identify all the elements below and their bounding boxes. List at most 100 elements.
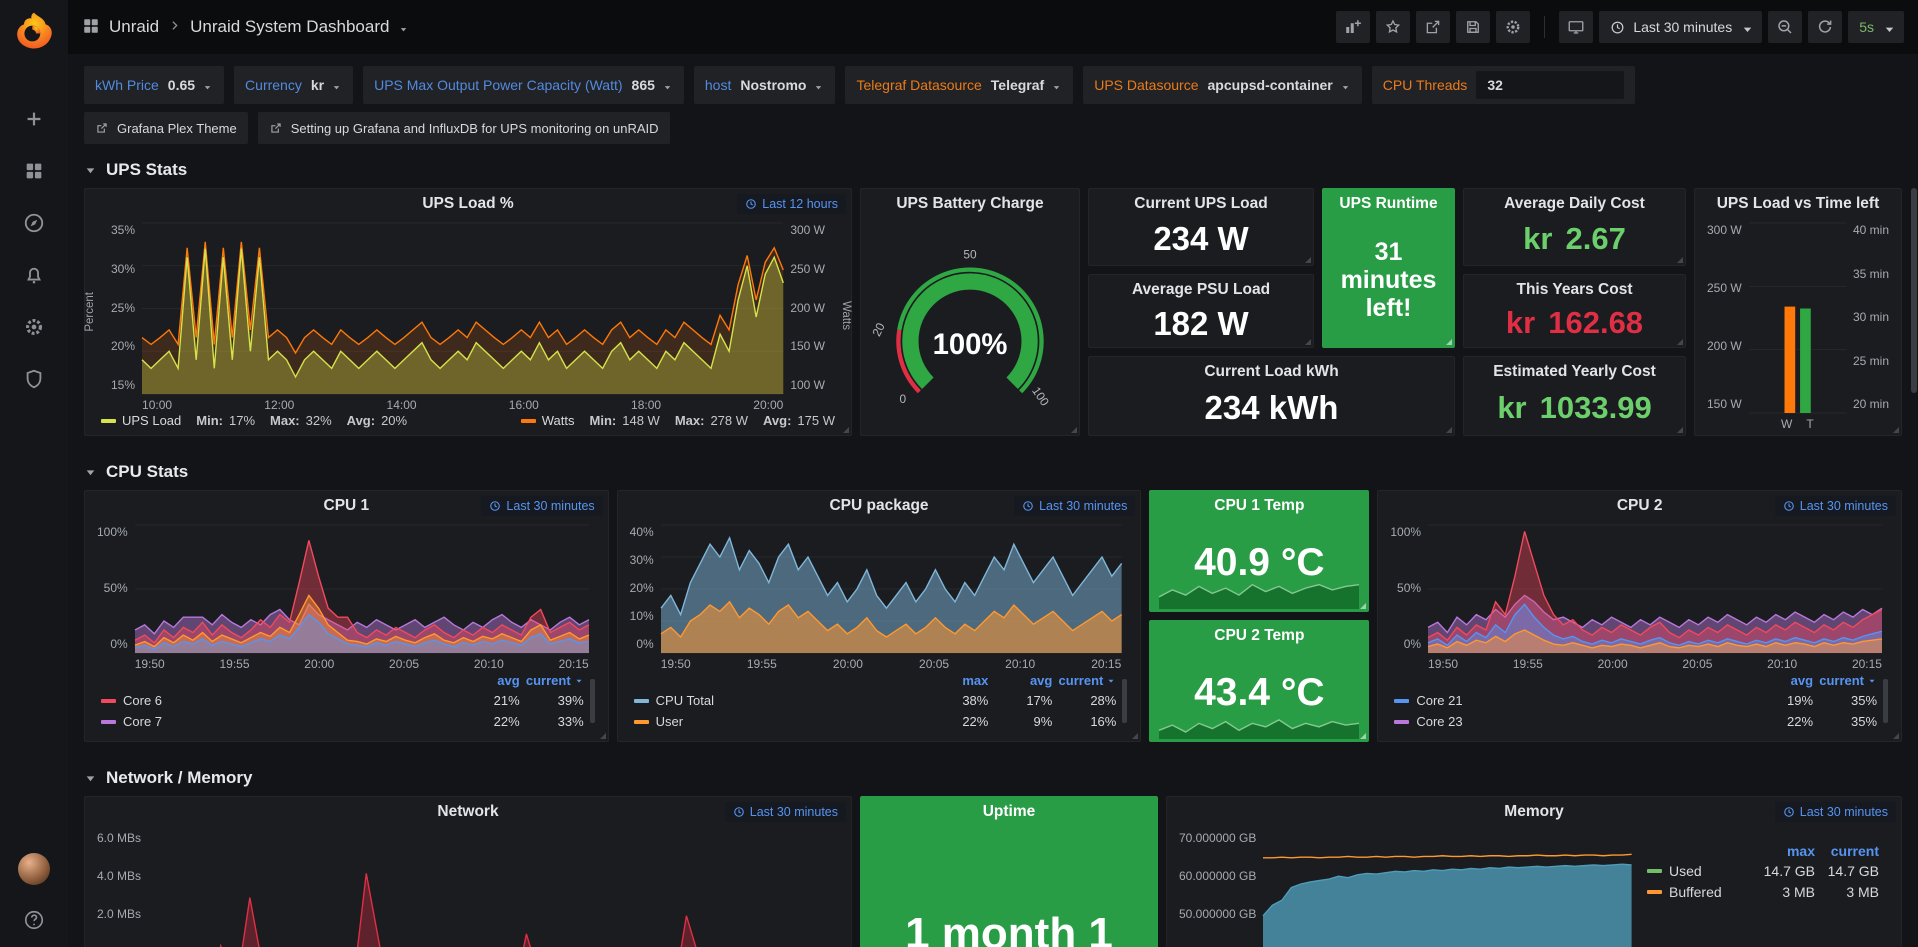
- panel-time-override[interactable]: Last 30 minutes: [1775, 496, 1896, 516]
- caret-down-icon: [1340, 80, 1351, 91]
- page-scrollbar[interactable]: [1909, 0, 1918, 947]
- variable-telegraf-datasource[interactable]: Telegraf DatasourceTelegraf: [845, 66, 1073, 104]
- sidebar-nav: [23, 108, 45, 390]
- stat-value: kr2.67: [1523, 221, 1626, 257]
- user-avatar[interactable]: [18, 853, 50, 885]
- legend-row: User 22%9%16%: [634, 711, 1117, 732]
- panel-ups-battery: UPS Battery Charge 100% 0 20 50 100: [860, 188, 1080, 436]
- legend-series-name[interactable]: Used: [1647, 863, 1751, 879]
- star-button[interactable]: [1376, 11, 1410, 43]
- y-axis-label-watts: Watts: [840, 301, 852, 330]
- memory-chart: 70.000000 GB60.000000 GB50.000000 GB: [1175, 829, 1643, 947]
- legend-series-name[interactable]: Core 21: [1394, 693, 1749, 708]
- add-panel-button[interactable]: [1336, 11, 1370, 43]
- variable-ups-max-power[interactable]: UPS Max Output Power Capacity (Watt)865: [363, 66, 684, 104]
- panel-cpu-1: CPU 1 Last 30 minutes 100%50%0%19:5019:5…: [84, 490, 609, 742]
- clock-icon: [489, 500, 501, 512]
- alerting-icon[interactable]: [23, 264, 45, 286]
- legend-series-name[interactable]: Core 23: [1394, 714, 1749, 729]
- legend-sort-avg[interactable]: avg: [1749, 673, 1813, 688]
- zoom-out-button[interactable]: [1768, 11, 1802, 43]
- variable-host[interactable]: hostNostromo: [694, 66, 836, 104]
- cpu-threads-input[interactable]: 32: [1476, 71, 1624, 99]
- dashboard-settings-button[interactable]: [1496, 11, 1530, 43]
- save-button[interactable]: [1456, 11, 1490, 43]
- explore-icon[interactable]: [23, 212, 45, 234]
- panel-ups-load: UPS Load % Last 12 hours Percent Watts 3…: [84, 188, 852, 436]
- panel-cpu-2: CPU 2 Last 30 minutes 100%50%0%19:5019:5…: [1377, 490, 1902, 742]
- legend-sort-max[interactable]: max: [924, 673, 988, 688]
- variable-cpu-threads[interactable]: CPU Threads32: [1372, 66, 1636, 104]
- legend-series-name[interactable]: UPS Load: [122, 413, 181, 428]
- divider: [1544, 16, 1545, 38]
- refresh-button[interactable]: [1808, 11, 1842, 43]
- panel-time-override[interactable]: Last 30 minutes: [1014, 496, 1135, 516]
- legend-series-name[interactable]: Core 6: [101, 693, 456, 708]
- panel-title[interactable]: UPS Load %: [422, 195, 513, 213]
- section-header-ups-stats[interactable]: UPS Stats: [84, 148, 1902, 188]
- refresh-interval-label: 5s: [1859, 19, 1874, 35]
- panel-time-override[interactable]: Last 30 minutes: [1775, 802, 1896, 822]
- panel-time-override[interactable]: Last 30 minutes: [481, 496, 602, 516]
- variable-ups-datasource[interactable]: UPS Datasourceapcupsd-container: [1083, 66, 1362, 104]
- variable-currency[interactable]: Currencykr: [234, 66, 353, 104]
- section-header-network-memory[interactable]: Network / Memory: [84, 756, 1902, 796]
- legend-row: Used 14.7 GB14.7 GB: [1647, 860, 1879, 881]
- chevron-right-icon: [168, 19, 181, 35]
- legend-series-name[interactable]: CPU Total: [634, 693, 925, 708]
- caret-down-icon: [574, 676, 584, 686]
- legend-scrollbar[interactable]: [1122, 679, 1127, 723]
- panel-ups-runtime: UPS Runtime 31 minutes left!: [1322, 188, 1455, 348]
- legend-row: CPU Total 38%17%28%: [634, 690, 1117, 711]
- row-ups-stats: UPS Load % Last 12 hours Percent Watts 3…: [84, 188, 1902, 436]
- grafana-logo-icon: [14, 11, 54, 51]
- sidebar-bottom: [18, 853, 50, 931]
- legend-series-name[interactable]: Watts: [542, 413, 575, 428]
- link-grafana-plex-theme[interactable]: Grafana Plex Theme: [84, 112, 248, 144]
- help-icon[interactable]: [23, 909, 45, 931]
- breadcrumb-dashboard[interactable]: Unraid System Dashboard: [190, 17, 389, 37]
- external-link-icon: [269, 121, 283, 135]
- legend-series-name[interactable]: Buffered: [1647, 884, 1751, 900]
- time-range-picker[interactable]: Last 30 minutes: [1599, 11, 1762, 43]
- legend-row: Core 23 22%35%: [1394, 711, 1877, 732]
- dashboard-content: kWh Price0.65 Currencykr UPS Max Output …: [68, 54, 1918, 947]
- legend-sort-current[interactable]: current: [1815, 843, 1879, 859]
- create-icon[interactable]: [23, 108, 45, 130]
- legend-sort-avg[interactable]: avg: [988, 673, 1052, 688]
- legend-series-name[interactable]: Core 7: [101, 714, 456, 729]
- caret-down-icon[interactable]: [398, 22, 409, 33]
- legend-scrollbar[interactable]: [590, 679, 595, 723]
- cycle-view-icon[interactable]: [1559, 11, 1593, 43]
- breadcrumb-folder[interactable]: Unraid: [109, 17, 159, 37]
- template-variables: kWh Price0.65 Currencykr UPS Max Output …: [84, 66, 1902, 104]
- legend-series-name[interactable]: User: [634, 714, 925, 729]
- share-button[interactable]: [1416, 11, 1450, 43]
- panel-time-override[interactable]: Last 12 hours: [737, 194, 846, 214]
- dashboard-picker-icon[interactable]: [82, 17, 100, 38]
- caret-down-icon: [1106, 676, 1116, 686]
- legend-scrollbar[interactable]: [1883, 679, 1888, 723]
- stat-value: 234 kWh: [1205, 389, 1339, 427]
- section-header-cpu-stats[interactable]: CPU Stats: [84, 450, 1902, 490]
- top-navbar: Unraid Unraid System Dashboard Last 30 m…: [68, 0, 1918, 54]
- server-admin-icon[interactable]: [23, 368, 45, 390]
- caret-down-icon: [813, 80, 824, 91]
- series-swatch: [1647, 869, 1662, 873]
- configuration-icon[interactable]: [23, 316, 45, 338]
- scrollbar-thumb[interactable]: [1911, 188, 1917, 393]
- legend-sort-avg[interactable]: avg: [456, 673, 520, 688]
- panel-estimated-yearly-cost: Estimated Yearly Cost kr1033.99: [1463, 356, 1686, 436]
- grafana-logo[interactable]: [13, 10, 55, 52]
- legend-sort-current[interactable]: current: [1052, 673, 1116, 688]
- variable-kwh-price[interactable]: kWh Price0.65: [84, 66, 224, 104]
- legend-sort-current[interactable]: current: [520, 673, 584, 688]
- link-ups-monitoring-guide[interactable]: Setting up Grafana and InfluxDB for UPS …: [258, 112, 670, 144]
- refresh-interval-picker[interactable]: 5s: [1848, 11, 1904, 43]
- dashboards-icon[interactable]: [23, 160, 45, 182]
- panel-time-override[interactable]: Last 30 minutes: [725, 802, 846, 822]
- legend-sort-max[interactable]: max: [1751, 843, 1815, 859]
- row-cpu-stats: CPU 1 Last 30 minutes 100%50%0%19:5019:5…: [84, 490, 1902, 742]
- legend-sort-current[interactable]: current: [1813, 673, 1877, 688]
- series-swatch: [101, 699, 116, 703]
